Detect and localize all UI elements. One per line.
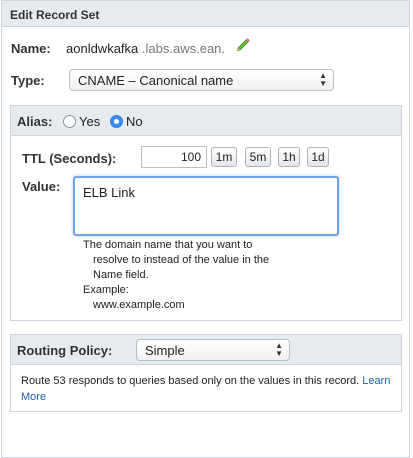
select-arrows-icon: ▲ ▼ [319,71,327,88]
help-line-3: Name field. [93,269,149,281]
record-name: aonldwkafka .labs.aws.ean. [66,41,225,56]
help-line-1: The domain name that you want to [83,239,253,251]
routing-description-text: Route 53 responds to queries based only … [21,375,360,387]
ttl-1m-button[interactable]: 1m [211,147,237,167]
pencil-icon[interactable] [235,36,251,52]
help-line-2: resolve to instead of the value in the [93,254,270,266]
value-text: ELB Link [83,185,136,200]
routing-policy-label: Routing Policy: [17,343,113,358]
panel-header: Edit Record Set [2,1,409,27]
alias-ttl-value-section: Alias: Yes No TTL (Seconds): 100 1m 5m 1… [10,105,402,321]
ttl-5m-button[interactable]: 5m [245,147,271,167]
type-select-value: CNAME – Canonical name [78,73,234,88]
value-label: Value: [22,179,61,194]
alias-yes-label: Yes [79,114,101,129]
routing-policy-select[interactable]: Simple ▲ ▼ [136,339,290,361]
alias-no-radio[interactable] [110,115,123,128]
alias-yes-radio[interactable] [63,115,76,128]
name-label: Name: [11,41,51,56]
type-select[interactable]: CNAME – Canonical name ▲ ▼ [69,69,334,91]
alias-header: Alias: Yes No [11,106,401,136]
ttl-input[interactable]: 100 [141,146,207,168]
alias-no-label: No [126,114,143,129]
record-name-domain-suffix: .labs.aws.ean. [141,41,226,56]
select-arrows-icon: ▲ ▼ [275,341,283,358]
ttl-1d-button[interactable]: 1d [307,147,329,167]
example-value: www.example.com [93,299,185,311]
ttl-label: TTL (Seconds): [22,151,117,166]
edit-record-set-panel: Edit Record Set Name: aonldwkafka .labs.… [1,0,410,458]
record-name-value: aonldwkafka [66,41,139,56]
panel-title: Edit Record Set [10,8,100,22]
ttl-1h-button[interactable]: 1h [278,147,300,167]
routing-policy-description: Route 53 responds to queries based only … [21,373,397,405]
value-help-text: The domain name that you want to resolve… [83,238,333,313]
ttl-value: 100 [180,150,201,164]
type-label: Type: [11,73,45,88]
routing-policy-header: Routing Policy: Simple ▲ ▼ [11,335,401,365]
value-textarea[interactable]: ELB Link [73,176,339,236]
example-label: Example: [83,284,129,296]
routing-policy-value: Simple [145,343,185,358]
alias-label: Alias: [17,114,53,129]
routing-policy-section: Routing Policy: Simple ▲ ▼ Route 53 respo… [10,334,402,412]
